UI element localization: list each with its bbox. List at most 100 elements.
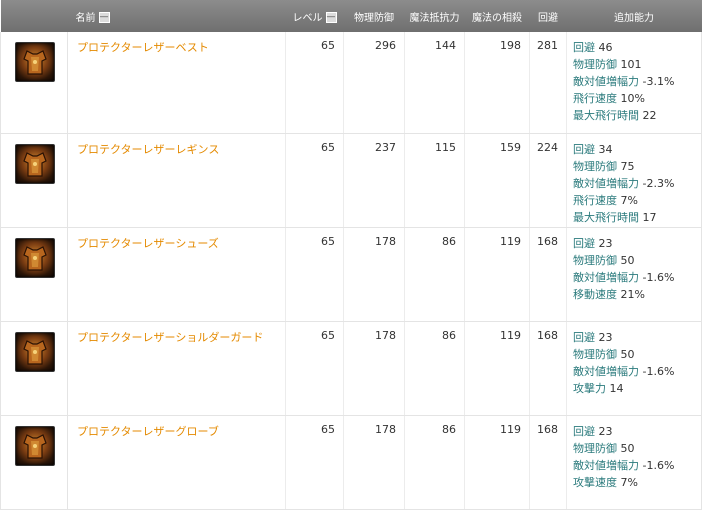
- header-icon-column: [0, 0, 68, 32]
- evasion-cell: 224: [529, 133, 567, 228]
- phys-def-cell: 178: [343, 227, 405, 322]
- level-cell: 65: [285, 133, 344, 228]
- bonus-label: 物理防御: [573, 159, 617, 173]
- bonus-line: 回避 46: [573, 39, 696, 56]
- bonus-value: 17: [642, 210, 657, 224]
- bonus-value: 75: [620, 159, 635, 173]
- bonus-line: 回避 23: [573, 423, 696, 440]
- magic-resist-cell: 86: [404, 415, 465, 510]
- magic-offset-cell: 119: [464, 227, 530, 322]
- bonus-line: 飛行速度 7%: [573, 192, 696, 209]
- bonus-line: 攻撃力 14: [573, 380, 696, 397]
- phys-def-cell: 178: [343, 415, 405, 510]
- bonus-value: -2.3%: [642, 176, 675, 190]
- item-name-cell: プロテクターレザーシューズ: [67, 227, 286, 322]
- leather-leggings-icon[interactable]: [15, 143, 55, 184]
- bonus-line: 物理防御 50: [573, 346, 696, 363]
- header-name-label: 名前: [75, 12, 96, 24]
- evasion-cell: 281: [529, 32, 567, 134]
- magic-offset-cell: 198: [464, 32, 530, 134]
- bonus-line: 物理防御 50: [573, 252, 696, 269]
- phys-def-cell: 296: [343, 32, 405, 134]
- leather-gloves-icon[interactable]: [15, 425, 55, 466]
- bonus-cell: 回避 23 物理防御 50 敵対値増幅力 -1.6% 攻撃力 14: [566, 321, 702, 416]
- evasion-cell: 168: [529, 227, 567, 322]
- bonus-line: 飛行速度 10%: [573, 90, 696, 107]
- bonus-label: 物理防御: [573, 347, 617, 361]
- bonus-label: 最大飛行時間: [573, 109, 639, 122]
- header-name[interactable]: 名前 —: [67, 0, 286, 32]
- header-magic-resist[interactable]: 魔法抵抗力: [404, 0, 465, 32]
- item-icon-cell: [0, 321, 68, 416]
- bonus-line: 最大飛行時間 22: [573, 107, 696, 124]
- bonus-value: 50: [620, 347, 635, 361]
- leather-shoulder-guard-icon[interactable]: [15, 331, 55, 372]
- leather-vest-icon[interactable]: [15, 42, 55, 82]
- magic-resist-cell: 115: [404, 133, 465, 228]
- table-row: プロテクターレザーグローブ 65 178 86 119 168 回避 23 物理防…: [0, 415, 702, 510]
- level-cell: 65: [285, 321, 344, 416]
- bonus-value: 50: [620, 253, 635, 267]
- bonus-line: 敵対値増幅力 -3.1%: [573, 73, 696, 90]
- bonus-value: 14: [609, 381, 624, 395]
- header-level[interactable]: レベル —: [285, 0, 344, 32]
- bonus-cell: 回避 34 物理防御 75 敵対値増幅力 -2.3% 飛行速度 7% 最大飛行時間 17: [566, 133, 702, 228]
- bonus-cell: 回避 23 物理防御 50 敵対値増幅力 -1.6% 攻撃速度 7%: [566, 415, 702, 510]
- item-name-link[interactable]: プロテクターレザーシューズ: [77, 237, 219, 250]
- armor-icon: [23, 339, 47, 365]
- bonus-label: 敵対値増幅力: [573, 270, 639, 284]
- bonus-label: 回避: [573, 330, 595, 344]
- item-name-cell: プロテクターレザーショルダーガード: [67, 321, 286, 416]
- bonus-cell: 回避 46 物理防御 101 敵対値増幅力 -3.1% 飛行速度 10% 最大飛行時間 …: [566, 32, 702, 134]
- item-icon-cell: [0, 415, 68, 510]
- armor-icon: [23, 50, 47, 75]
- magic-resist-cell: 86: [404, 321, 465, 416]
- bonus-label: 物理防御: [573, 58, 617, 71]
- bonus-label: 最大飛行時間: [573, 210, 639, 224]
- item-name-link[interactable]: プロテクターレザーレギンス: [77, 143, 219, 156]
- armor-icon: [23, 245, 47, 271]
- header-phys-def[interactable]: 物理防御: [343, 0, 405, 32]
- bonus-value: -1.6%: [642, 270, 675, 284]
- leather-shoes-icon[interactable]: [15, 237, 55, 278]
- table-row: プロテクターレザーシューズ 65 178 86 119 168 回避 23 物理防…: [0, 227, 702, 322]
- item-name-link[interactable]: プロテクターレザーベスト: [77, 41, 209, 54]
- bonus-value: 23: [598, 330, 613, 344]
- table-row: プロテクターレザーレギンス 65 237 115 159 224 回避 34 物理…: [0, 133, 702, 228]
- bonus-label: 敵対値増幅力: [573, 364, 639, 378]
- header-evasion[interactable]: 回避: [529, 0, 567, 32]
- bonus-value: 23: [598, 424, 613, 438]
- sort-level-button[interactable]: —: [325, 12, 337, 23]
- header-level-label: レベル: [292, 12, 323, 24]
- magic-offset-cell: 119: [464, 321, 530, 416]
- magic-resist-cell: 144: [404, 32, 465, 134]
- level-cell: 65: [285, 227, 344, 322]
- bonus-value: 7%: [620, 193, 638, 207]
- armor-icon: [23, 151, 47, 177]
- item-name-link[interactable]: プロテクターレザーグローブ: [77, 425, 219, 438]
- bonus-cell: 回避 23 物理防御 50 敵対値増幅力 -1.6% 移動速度 21%: [566, 227, 702, 322]
- evasion-cell: 168: [529, 415, 567, 510]
- level-cell: 65: [285, 415, 344, 510]
- table-row: プロテクターレザーショルダーガード 65 178 86 119 168 回避 2…: [0, 321, 702, 416]
- bonus-label: 敵対値増幅力: [573, 75, 639, 88]
- bonus-line: 物理防御 50: [573, 440, 696, 457]
- bonus-value: -3.1%: [642, 75, 675, 88]
- header-magic-offset[interactable]: 魔法の相殺: [464, 0, 530, 32]
- magic-resist-cell: 86: [404, 227, 465, 322]
- bonus-line: 敵対値増幅力 -1.6%: [573, 457, 696, 474]
- bonus-line: 敵対値増幅力 -1.6%: [573, 269, 696, 286]
- sort-name-button[interactable]: —: [98, 12, 110, 23]
- bonus-label: 敵対値増幅力: [573, 176, 639, 190]
- table-header: 名前 — レベル — 物理防御 魔法抵抗力 魔法の相殺 回避 追加能力: [0, 0, 702, 32]
- phys-def-cell: 237: [343, 133, 405, 228]
- bonus-label: 移動速度: [573, 287, 617, 301]
- item-table: 名前 — レベル — 物理防御 魔法抵抗力 魔法の相殺 回避 追加能力 プロテクター…: [0, 0, 702, 510]
- bonus-value: 22: [642, 109, 657, 122]
- bonus-label: 飛行速度: [573, 193, 617, 207]
- bonus-line: 回避 23: [573, 329, 696, 346]
- item-name-cell: プロテクターレザーベスト: [67, 32, 286, 134]
- header-bonus[interactable]: 追加能力: [566, 0, 702, 32]
- evasion-cell: 168: [529, 321, 567, 416]
- item-name-link[interactable]: プロテクターレザーショルダーガード: [77, 331, 263, 344]
